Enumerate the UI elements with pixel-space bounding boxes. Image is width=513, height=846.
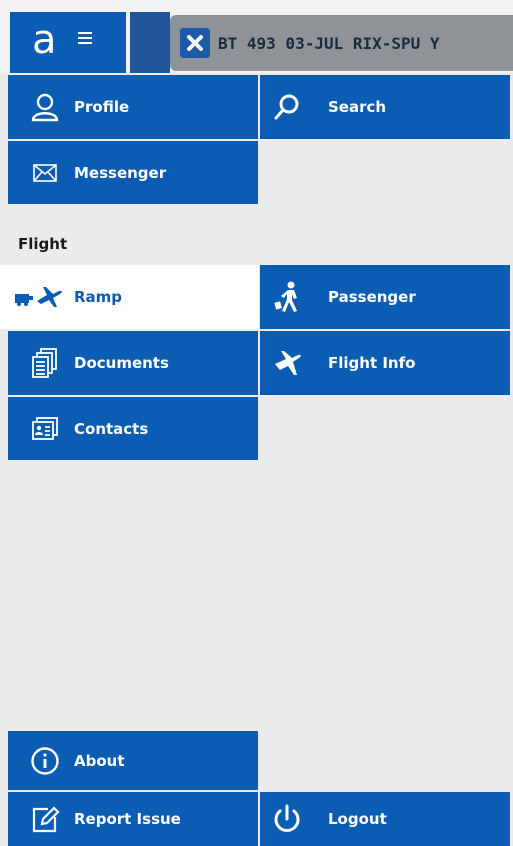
- hamburger-icon: [78, 32, 92, 47]
- ramp-label: Ramp: [74, 288, 123, 306]
- close-icon[interactable]: [180, 28, 210, 58]
- documents-label: Documents: [74, 354, 169, 372]
- flight-info-text: BT 493 03-JUL RIX-SPU Y: [218, 33, 440, 53]
- about-label: About: [74, 751, 125, 770]
- contacts-label: Contacts: [74, 419, 149, 438]
- about-tile[interactable]: About: [8, 731, 258, 790]
- flight-selector[interactable]: BT 493 03-JUL RIX-SPU Y: [170, 15, 513, 71]
- profile-tile[interactable]: Profile: [8, 75, 258, 139]
- search-icon: [270, 90, 304, 124]
- search-label: Search: [328, 98, 387, 116]
- info-icon: [28, 744, 62, 778]
- documents-tile[interactable]: Documents: [8, 331, 258, 395]
- profile-label: Profile: [74, 98, 130, 116]
- messenger-tile[interactable]: Messenger: [8, 141, 258, 204]
- passenger-tile[interactable]: Passenger: [260, 265, 510, 329]
- logout-label: Logout: [328, 810, 387, 828]
- contacts-tile[interactable]: Contacts: [8, 397, 258, 460]
- envelope-icon: [28, 156, 62, 190]
- flight-info-label: Flight Info: [328, 354, 416, 372]
- flight-info-tile[interactable]: Flight Info: [260, 331, 510, 395]
- report-issue-label: Report Issue: [74, 810, 181, 828]
- documents-icon: [28, 346, 62, 380]
- app-menu-button[interactable]: a: [10, 12, 126, 73]
- edit-icon: [28, 802, 62, 836]
- contacts-icon: [28, 412, 62, 446]
- messenger-label: Messenger: [74, 163, 167, 182]
- power-icon: [270, 802, 304, 836]
- passenger-icon: [270, 280, 304, 314]
- header-spacer: [130, 12, 170, 73]
- search-tile[interactable]: Search: [260, 75, 510, 139]
- report-issue-tile[interactable]: Report Issue: [8, 792, 258, 846]
- airplane-icon: [270, 346, 304, 380]
- ramp-icon: [12, 280, 64, 314]
- logout-tile[interactable]: Logout: [260, 792, 510, 846]
- passenger-label: Passenger: [328, 288, 416, 306]
- user-icon: [28, 90, 62, 124]
- ramp-tile[interactable]: Ramp: [0, 265, 259, 329]
- app-logo: a: [32, 17, 57, 63]
- section-heading-flight: Flight: [18, 235, 68, 253]
